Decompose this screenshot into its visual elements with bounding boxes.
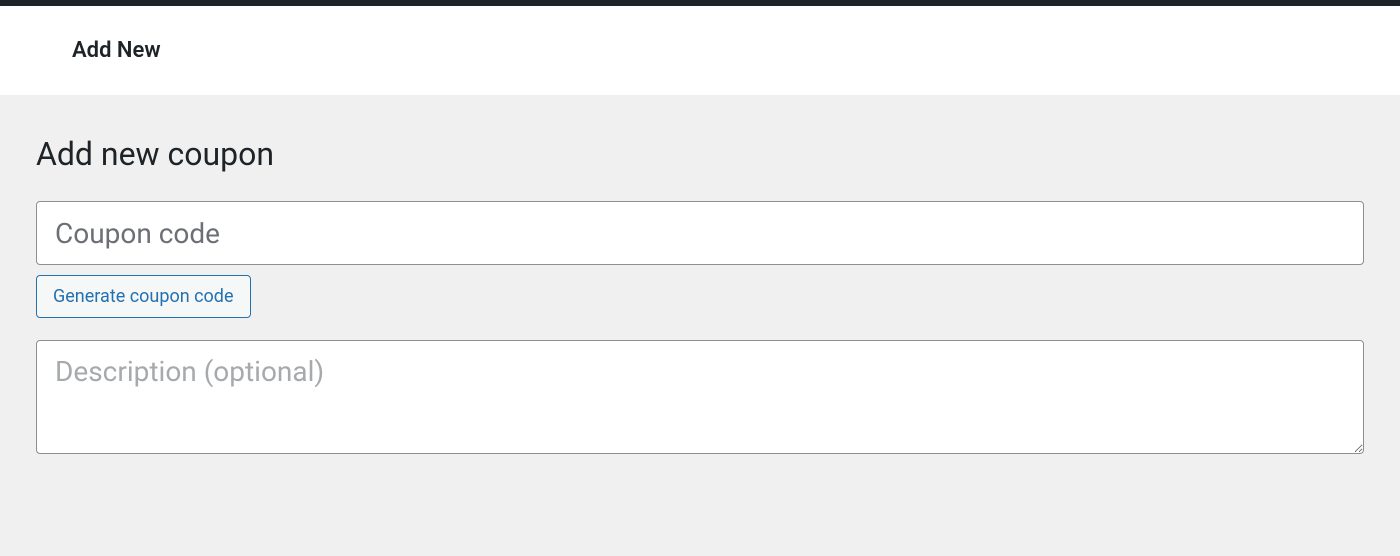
generate-coupon-code-button[interactable]: Generate coupon code <box>36 275 251 318</box>
coupon-code-input[interactable] <box>36 201 1364 265</box>
page-heading: Add new coupon <box>36 135 1364 173</box>
header-section: Add New <box>0 6 1400 95</box>
header-title: Add New <box>72 38 1400 63</box>
content-area: Add new coupon Generate coupon code <box>0 95 1400 458</box>
description-textarea[interactable] <box>36 340 1364 454</box>
